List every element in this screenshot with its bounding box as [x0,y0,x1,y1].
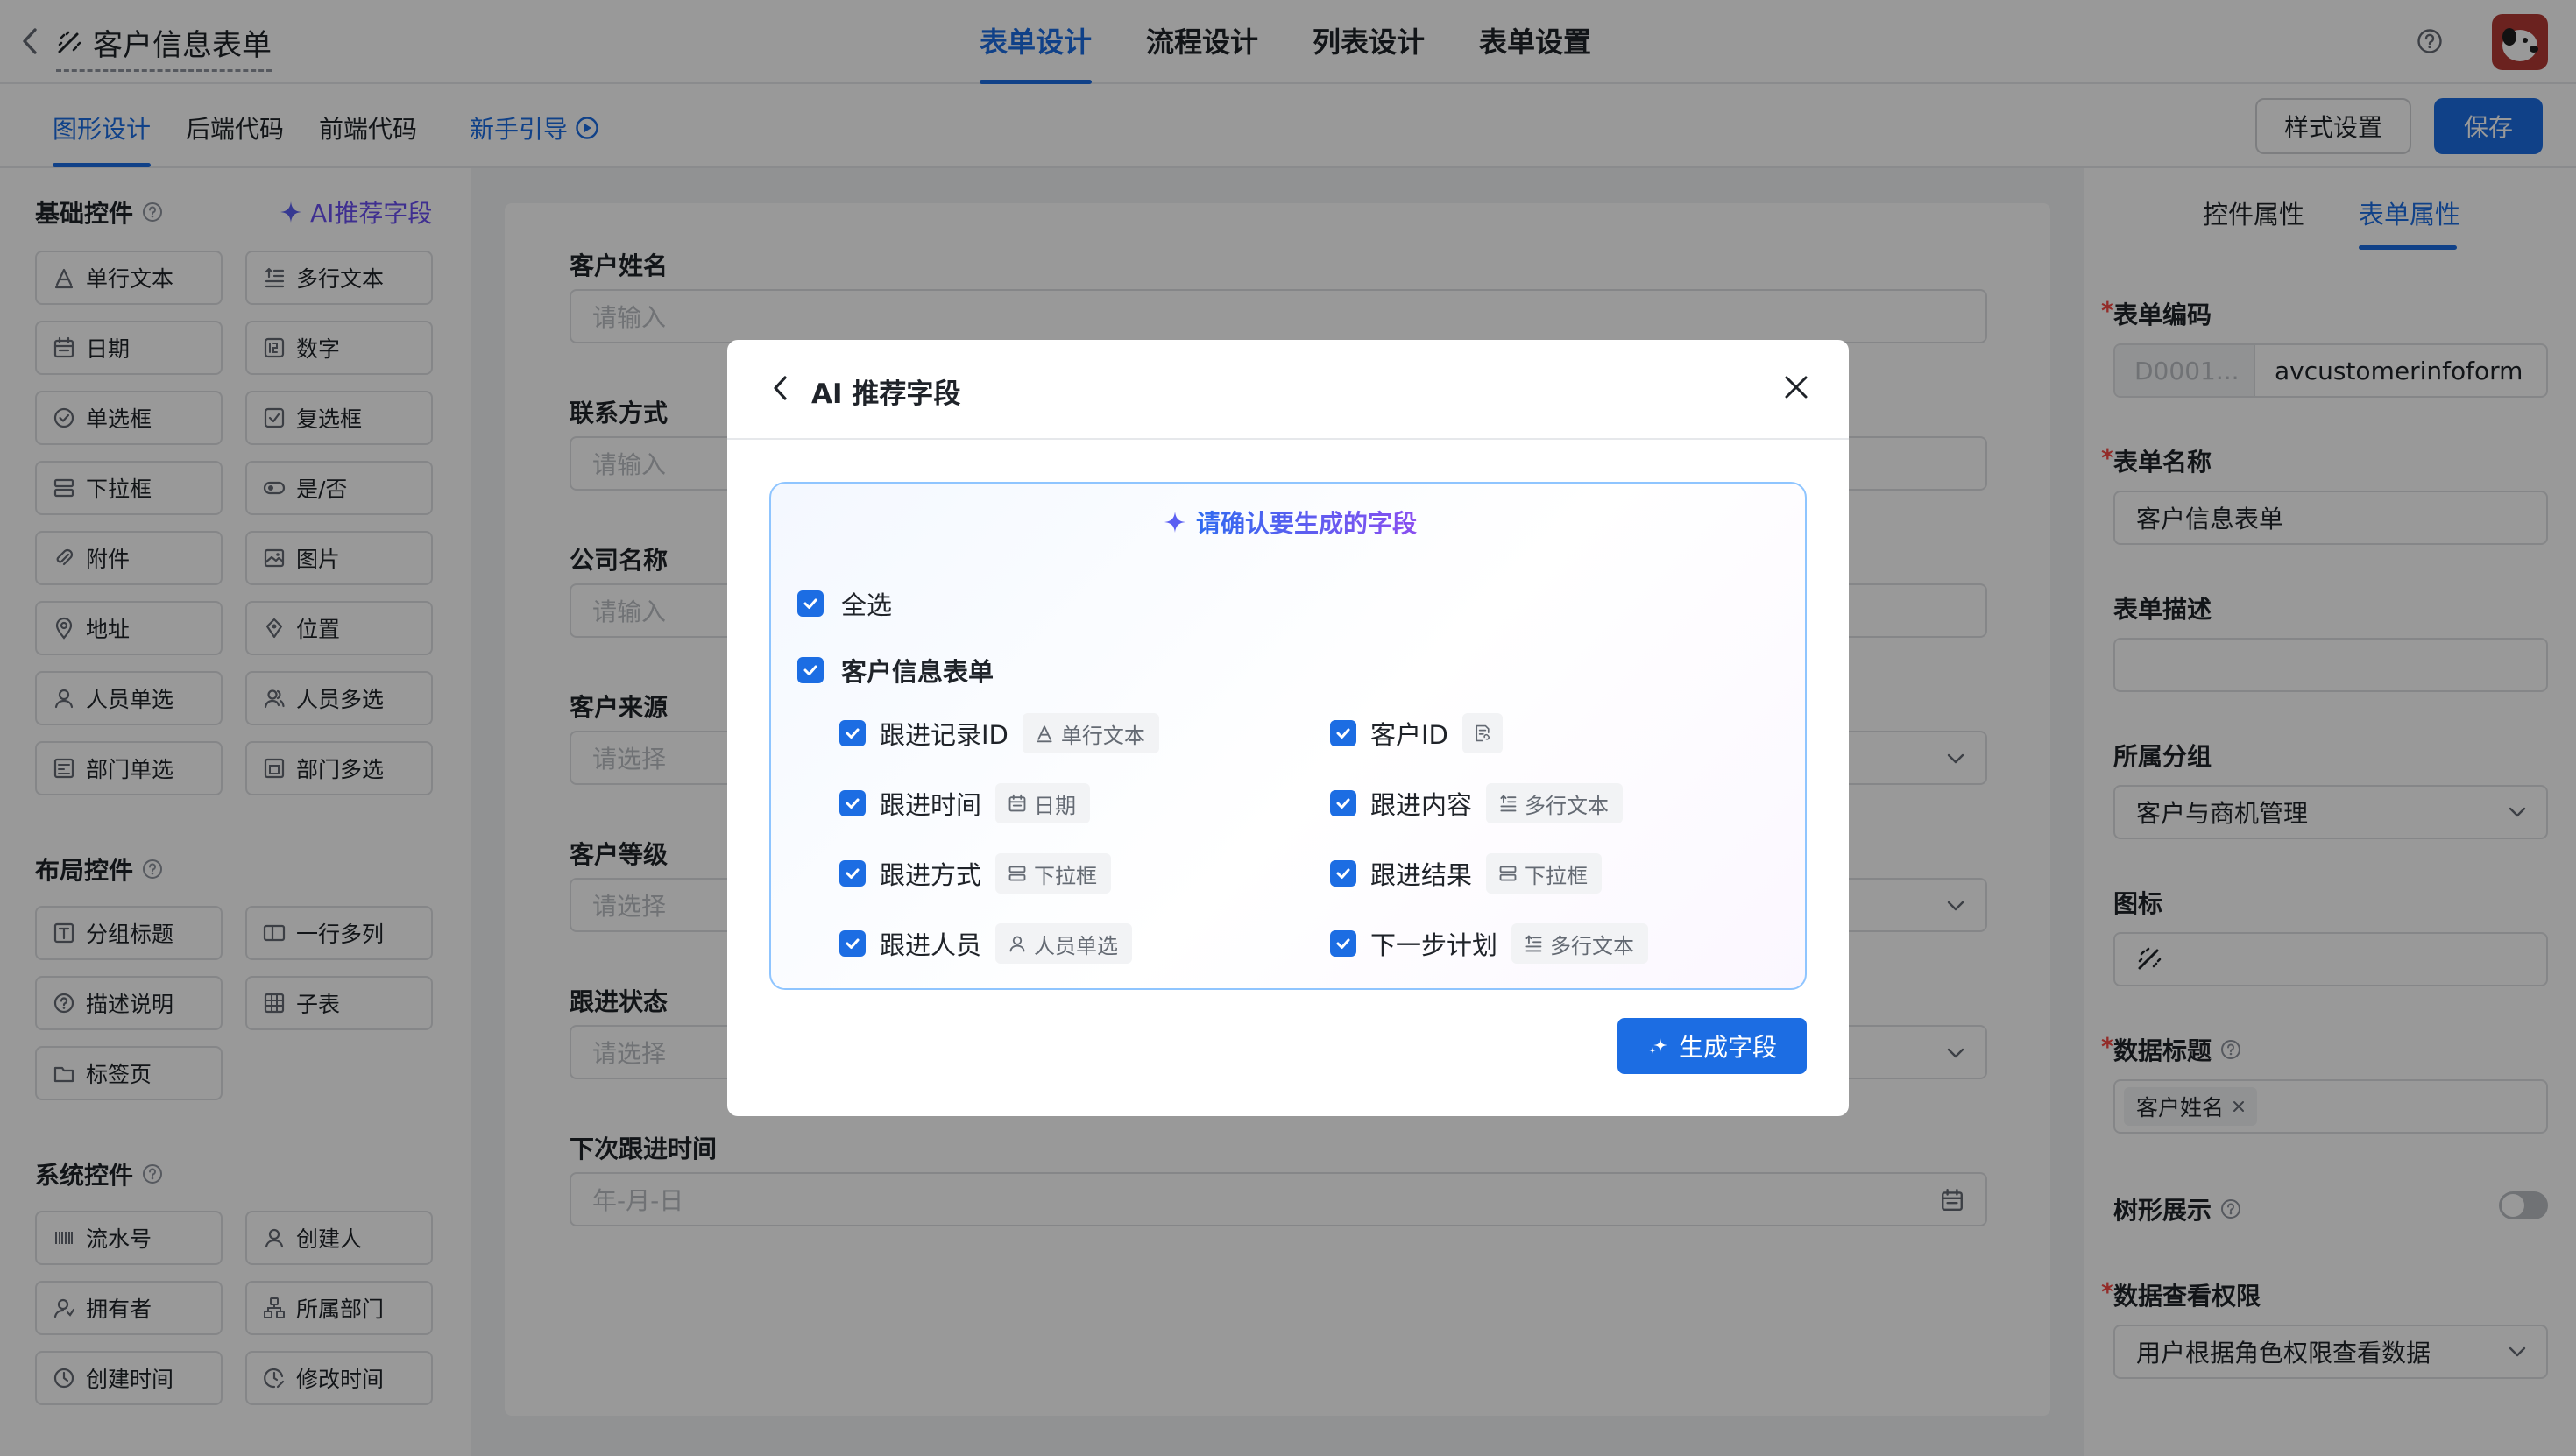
field-name: 跟进内容 [1370,790,1473,820]
field-type-label: 多行文本 [1550,933,1635,958]
recommended-field-row[interactable]: 跟进内容 多行文本 [1330,783,1624,823]
calendar-icon [1008,794,1027,813]
multiline-icon [1524,934,1543,953]
field-name: 客户ID [1370,720,1448,750]
dropdown-icon [1498,864,1518,883]
field-type-label: 多行文本 [1525,793,1610,818]
field-type-label: 单行文本 [1060,723,1145,748]
field-type-tag: 日期 [995,783,1091,823]
field-checkbox[interactable] [1330,860,1356,887]
recommended-field-row[interactable]: 跟进方式 下拉框 [839,853,1112,894]
field-checkbox[interactable] [1330,930,1356,957]
recommended-field-row[interactable]: 客户ID [1330,713,1503,753]
field-type-label: 下拉框 [1034,863,1098,888]
modal-close-icon[interactable] [1782,373,1810,401]
select-all-checkbox[interactable] [797,590,824,617]
field-name: 跟进结果 [1370,860,1473,890]
recommended-field-row[interactable]: 跟进结果 下拉框 [1330,853,1603,894]
field-checkbox[interactable] [839,930,866,957]
field-type-tag [1461,713,1503,753]
field-name: 跟进人员 [880,930,982,960]
recommended-field-row[interactable]: 跟进记录ID 单行文本 [839,713,1159,753]
text-a-icon [1035,724,1054,743]
field-name: 跟进记录ID [880,720,1008,750]
field-name: 下一步计划 [1370,930,1498,960]
field-name: 跟进方式 [880,860,982,890]
field-type-label: 下拉框 [1525,863,1589,888]
generate-fields-button[interactable]: 生成字段 [1617,1018,1807,1074]
modal-back-icon[interactable] [769,373,790,403]
field-type-tag: 人员单选 [995,923,1133,964]
field-type-tag: 下拉框 [995,853,1112,894]
confirm-hint: 请确认要生成的字段 [771,505,1808,540]
dropdown-icon [1008,864,1027,883]
recommended-field-row[interactable]: 下一步计划 多行文本 [1330,923,1649,964]
recommended-field-row[interactable]: 跟进人员 人员单选 [839,923,1133,964]
sparkles-icon [1647,1035,1670,1057]
field-type-tag: 多行文本 [1511,923,1649,964]
sparkle-icon [1163,510,1187,534]
relation-icon [1473,724,1492,743]
ai-recommend-modal: AI 推荐字段 请确认要生成的字段 全选 客户信息表单 跟进记录ID 单行文本 客户… [727,340,1849,1116]
form-group-row[interactable]: 客户信息表单 [797,652,994,689]
select-all-row[interactable]: 全选 [797,585,892,622]
field-checkbox[interactable] [1330,720,1356,746]
multiline-icon [1498,794,1518,813]
field-checkbox[interactable] [839,790,866,816]
confirm-fields-box: 请确认要生成的字段 全选 客户信息表单 跟进记录ID 单行文本 客户ID 跟进时间 日期… [769,482,1807,990]
modal-title: AI 推荐字段 [811,378,961,410]
field-type-label: 日期 [1034,793,1077,818]
form-group-checkbox[interactable] [797,657,824,683]
field-type-label: 人员单选 [1034,933,1119,958]
field-type-tag: 多行文本 [1486,783,1624,823]
recommended-field-row[interactable]: 跟进时间 日期 [839,783,1091,823]
field-checkbox[interactable] [839,860,866,887]
field-checkbox[interactable] [1330,790,1356,816]
user-icon [1008,934,1027,953]
field-type-tag: 下拉框 [1486,853,1603,894]
field-name: 跟进时间 [880,790,982,820]
field-type-tag: 单行文本 [1022,713,1159,753]
field-checkbox[interactable] [839,720,866,746]
